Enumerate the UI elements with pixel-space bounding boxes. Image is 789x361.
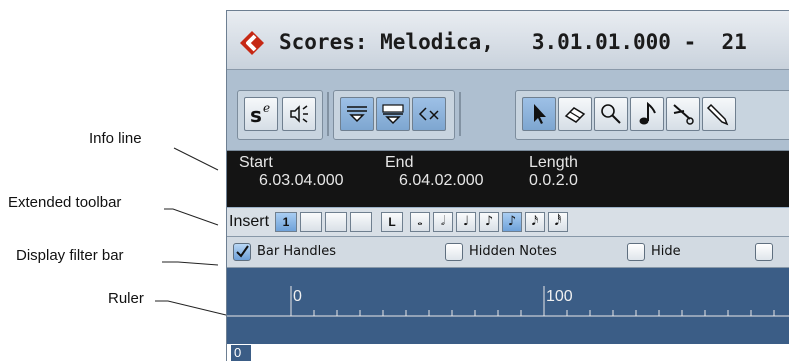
- connect-icon: [418, 107, 439, 121]
- hide-label: Hide: [651, 244, 681, 259]
- hidden-notes-checkbox[interactable]: [445, 243, 463, 261]
- solo-edit-button[interactable]: s e: [244, 97, 278, 131]
- insert-note-tool[interactable]: [630, 97, 664, 131]
- voice-3-button[interactable]: [325, 212, 347, 232]
- note-value-eighth[interactable]: ♪: [479, 212, 499, 232]
- cubase-logo-icon: [240, 31, 264, 55]
- note-value-eighth-selected[interactable]: ♪: [502, 212, 522, 232]
- move-insert-icon: [382, 104, 404, 125]
- start-value[interactable]: 6.03.04.000: [259, 172, 344, 190]
- voice-4-button[interactable]: [350, 212, 372, 232]
- ruler-label-0: 0: [293, 288, 302, 305]
- arrow-pointer-icon: [534, 104, 546, 124]
- title-bar[interactable]: Scores: Melodica, 3.01.01.000 - 21: [227, 11, 789, 70]
- leader-extended-toolbar: [164, 208, 219, 226]
- leader-ruler: [155, 300, 227, 316]
- note-value-whole[interactable]: 𝅝: [410, 212, 430, 232]
- toolbar-group-tools: [515, 90, 789, 140]
- acoustic-feedback-button[interactable]: [282, 97, 316, 131]
- toolbar-separator: [459, 92, 461, 136]
- eraser-icon: [564, 107, 586, 123]
- voice-1-button[interactable]: 1: [275, 212, 297, 232]
- l-button[interactable]: L: [381, 212, 403, 232]
- note-value-thirtysecond[interactable]: 𝅘𝅥𝅰: [548, 212, 568, 232]
- note-icon: [639, 101, 656, 125]
- length-value[interactable]: 0.0.2.0: [529, 172, 578, 190]
- extended-toolbar: Insert 1 L 𝅝 𝅗𝅥 ♩ ♪ ♪ 𝅘𝅥𝅯 𝅘𝅥𝅰: [227, 208, 789, 237]
- leader-info-line: [173, 147, 219, 171]
- score-editor-window: Scores: Melodica, 3.01.01.000 - 21 s e S…: [226, 10, 789, 361]
- erase-tool[interactable]: [558, 97, 592, 131]
- step-input-button[interactable]: [340, 97, 374, 131]
- hide-checkbox[interactable]: [627, 243, 645, 261]
- step-input-icon: [347, 106, 367, 123]
- window-title: Scores: Melodica, 3.01.01.000 - 21: [279, 30, 747, 54]
- note-value-sixteenth[interactable]: 𝅘𝅥𝅯: [525, 212, 545, 232]
- scissors-tool[interactable]: [666, 97, 700, 131]
- checkmark-icon: [236, 245, 249, 258]
- bar-handles-checkbox[interactable]: [233, 243, 251, 261]
- score-area[interactable]: 0: [227, 344, 789, 361]
- note-value-quarter[interactable]: ♩: [456, 212, 476, 232]
- length-label: Length: [529, 154, 578, 171]
- note-value-half[interactable]: 𝅗𝅥: [433, 212, 453, 232]
- info-line: Start 6.03.04.000 End 6.04.02.000 Length…: [227, 151, 789, 207]
- end-label: End: [385, 154, 414, 171]
- start-label: Start: [239, 154, 273, 171]
- object-selection-tool[interactable]: [522, 97, 556, 131]
- solo-edit-icon: s e: [250, 101, 270, 127]
- pencil-icon: [706, 103, 729, 126]
- zoom-tool[interactable]: [594, 97, 628, 131]
- ruler-label-100: 100: [546, 288, 573, 305]
- voice-2-button[interactable]: [300, 212, 322, 232]
- svg-text:s: s: [250, 103, 262, 127]
- scissors-icon: [673, 104, 694, 125]
- zoom-icon: [601, 104, 621, 124]
- leader-display-filter-bar: [162, 261, 219, 266]
- display-filter-bar: Bar Handles Hidden Notes Hide: [227, 237, 789, 268]
- toolbar: s e: [227, 70, 789, 151]
- end-value[interactable]: 6.04.02.000: [399, 172, 484, 190]
- next-filter-checkbox[interactable]: [755, 243, 773, 261]
- bar-marker: 0: [231, 345, 251, 361]
- toolbar-group-solo: s e: [237, 90, 323, 140]
- insert-label: Insert: [229, 213, 270, 230]
- ruler-ticks: [227, 286, 789, 317]
- ruler[interactable]: 0 100: [227, 268, 789, 344]
- bar-handles-label: Bar Handles: [257, 244, 336, 259]
- speaker-icon: [290, 105, 308, 123]
- toolbar-group-input: [333, 90, 455, 140]
- connect-button[interactable]: [412, 97, 446, 131]
- svg-text:e: e: [263, 101, 270, 115]
- move-insert-button[interactable]: [376, 97, 410, 131]
- hidden-notes-label: Hidden Notes: [469, 244, 557, 259]
- pencil-tool[interactable]: [702, 97, 736, 131]
- toolbar-separator: [327, 92, 329, 136]
